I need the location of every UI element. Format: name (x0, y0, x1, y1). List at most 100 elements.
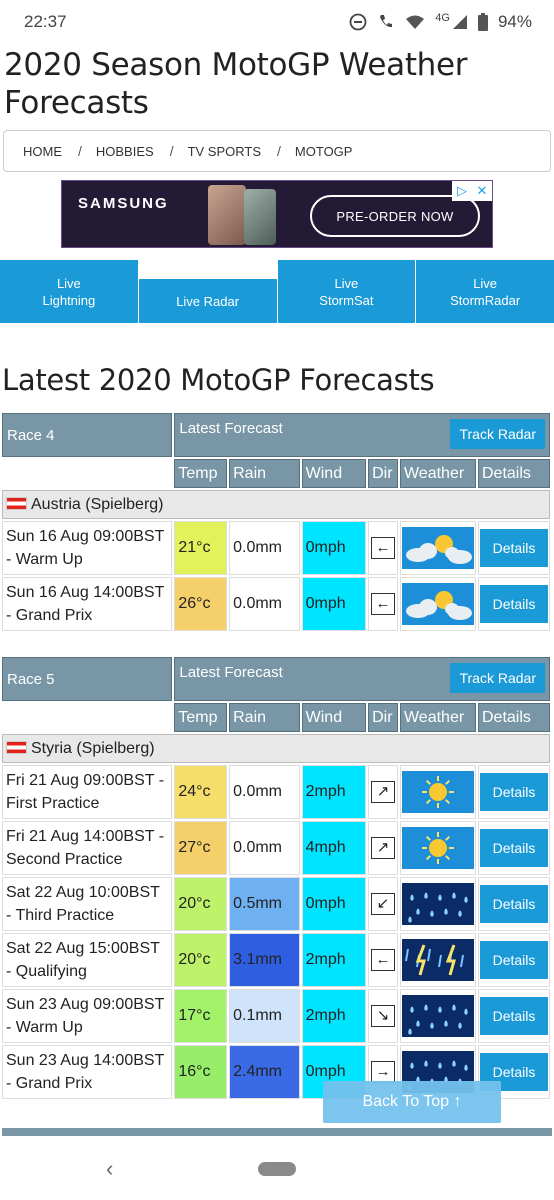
wind-direction-arrow-icon: ← (371, 537, 396, 559)
breadcrumb-tv-sports[interactable]: TV SPORTS (188, 144, 261, 159)
session-name: - Grand Prix (6, 607, 93, 624)
battery-icon (477, 13, 488, 31)
wind-direction-cell: ↗ (368, 765, 398, 819)
column-header-row: Temp Rain Wind Dir Weather Details (2, 459, 550, 488)
rainfall: 3.1mm (229, 933, 300, 987)
wind-direction-cell: ← (368, 933, 398, 987)
session-time: Sat 22 Aug 15:00BST (6, 940, 160, 957)
session-cell: Sun 16 Aug 14:00BST - Grand Prix (2, 577, 173, 631)
sunny-weather-icon (401, 827, 474, 869)
wind-direction-arrow-icon: ↙ (371, 893, 396, 915)
wind-speed: 2mph (301, 933, 367, 987)
session-cell: Sat 22 Aug 15:00BST - Qualifying (2, 933, 173, 987)
ad-cta-button[interactable]: PRE-ORDER NOW (310, 195, 480, 237)
temperature: 20°c (174, 877, 228, 931)
tab-label-line1: Live (56, 275, 81, 291)
details-button[interactable]: Details (479, 585, 548, 623)
tab-live-stormradar[interactable]: Live StormRadar (416, 260, 554, 323)
tab-label-line2: Lightning (42, 292, 96, 308)
details-button[interactable]: Details (479, 997, 548, 1035)
race-header-row: Race 4 Latest Forecast Track Radar (2, 413, 550, 457)
breadcrumb-hobbies[interactable]: HOBBIES (96, 144, 154, 159)
tab-label-line2: StormRadar (450, 292, 521, 308)
adchoices-icon[interactable]: ▷ (452, 181, 472, 201)
ad-banner[interactable]: SAMSUNG PRE-ORDER NOW ▷ ✕ (61, 180, 493, 248)
column-header: Details (477, 703, 550, 732)
session-name: - Third Practice (6, 907, 115, 924)
track-radar-button[interactable]: Track Radar (450, 663, 545, 693)
tab-live-radar[interactable]: Live Radar (138, 260, 278, 323)
forecast-row: Sun 23 Aug 09:00BST - Warm Up 17°c 0.1mm … (2, 989, 550, 1043)
column-header: Details (477, 459, 550, 488)
tab-live-stormsat[interactable]: Live StormSat (277, 260, 417, 323)
venue-row: Austria (Spielberg) (2, 490, 550, 519)
wind-direction-arrow-icon: ↘ (371, 1005, 396, 1027)
wind-direction-arrow-icon: → (371, 1061, 396, 1083)
breadcrumb-motogp[interactable]: MOTOGP (295, 144, 353, 159)
wind-speed: 2mph (301, 765, 367, 819)
wind-speed: 2mph (301, 989, 367, 1043)
partly-cloudy-sun-weather-icon (401, 527, 474, 569)
session-time: Sun 23 Aug 09:00BST (6, 996, 165, 1013)
venue-row: Styria (Spielberg) (2, 734, 550, 763)
venue-name: Austria (Spielberg) (31, 495, 164, 513)
sunny-weather-icon (401, 771, 474, 813)
breadcrumb-home[interactable]: HOME (23, 144, 62, 159)
session-time: Sun 16 Aug 09:00BST (6, 528, 165, 545)
column-header: Rain (229, 459, 300, 488)
blank-header (2, 703, 173, 732)
details-button[interactable]: Details (479, 829, 548, 867)
column-header: Weather (399, 459, 476, 488)
austria-flag-icon (6, 496, 27, 510)
status-time: 22:37 (24, 12, 67, 31)
column-header: Wind (301, 703, 367, 732)
wind-direction-cell: ↙ (368, 877, 398, 931)
session-name: - Grand Prix (6, 1075, 93, 1092)
forecast-row: Sun 16 Aug 14:00BST - Grand Prix 26°c 0.0… (2, 577, 550, 631)
wind-direction-cell: ↘ (368, 989, 398, 1043)
session-name: - Warm Up (6, 1019, 83, 1036)
session-time: Sun 16 Aug 14:00BST (6, 584, 165, 601)
battery-level: 94% (497, 12, 532, 31)
back-chevron-icon[interactable]: ‹ (106, 1156, 113, 1182)
details-button[interactable]: Details (479, 773, 548, 811)
temperature: 27°c (174, 821, 228, 875)
tab-live-lightning[interactable]: Live Lightning (0, 260, 139, 323)
wind-direction-cell: ← (368, 577, 398, 631)
details-button[interactable]: Details (479, 529, 548, 567)
session-name: Second Practice (6, 851, 123, 868)
latest-forecast-cell: Latest Forecast Track Radar (174, 657, 550, 701)
weather-cell (399, 521, 476, 575)
wind-direction-arrow-icon: ← (371, 593, 396, 615)
close-icon[interactable]: ✕ (472, 181, 492, 201)
partly-cloudy-sun-weather-icon (401, 583, 474, 625)
back-to-top-button[interactable]: Back To Top ↑ (323, 1081, 501, 1123)
weather-cell (399, 933, 476, 987)
session-cell: Sun 16 Aug 09:00BST - Warm Up (2, 521, 173, 575)
breadcrumb-separator: / (169, 143, 174, 159)
temperature: 17°c (174, 989, 228, 1043)
ad-choices[interactable]: ▷ ✕ (452, 181, 492, 201)
breadcrumb-separator: / (277, 143, 281, 159)
details-cell: Details (477, 989, 550, 1043)
column-header: Dir (368, 459, 398, 488)
wind-direction-arrow-icon: ↗ (371, 781, 396, 803)
home-pill-icon[interactable] (258, 1162, 296, 1176)
forecast-table: Race 4 Latest Forecast Track Radar Temp R… (0, 411, 552, 1101)
session-cell: Sun 23 Aug 14:00BST - Grand Prix (2, 1045, 173, 1099)
session-time: Sat 22 Aug 10:00BST (6, 884, 160, 901)
session-time: Fri 21 Aug 14:00BST - (6, 828, 165, 845)
section-title: Latest 2020 MotoGP Forecasts (2, 363, 435, 397)
details-button[interactable]: Details (479, 941, 548, 979)
race-spacer (2, 633, 550, 655)
details-button[interactable]: Details (479, 885, 548, 923)
austria-flag-icon (6, 740, 27, 754)
tab-label-line2: StormSat (319, 292, 374, 308)
wind-speed: 4mph (301, 821, 367, 875)
wind-speed: 0mph (301, 577, 367, 631)
tab-label-line1: Live (473, 275, 498, 291)
ad-phone-image (244, 189, 276, 245)
track-radar-button[interactable]: Track Radar (450, 419, 545, 449)
wifi-call-icon (377, 13, 395, 31)
column-header: Weather (399, 703, 476, 732)
